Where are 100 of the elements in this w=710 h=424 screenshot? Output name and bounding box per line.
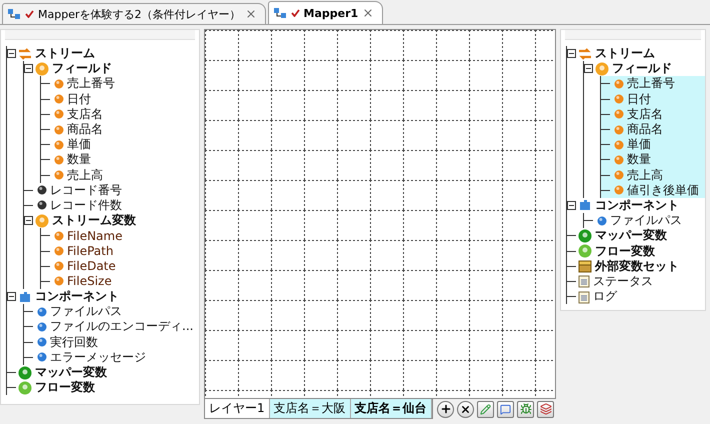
- ball-icon: [614, 94, 624, 104]
- ball-icon: [54, 170, 64, 180]
- ball-icon: [54, 140, 64, 150]
- collapse-toggle[interactable]: [24, 216, 33, 226]
- tree-label: ファイルのエンコーディ...: [50, 318, 194, 336]
- badge-icon: [18, 380, 32, 395]
- tree-row[interactable]: 売上高: [41, 168, 199, 183]
- tree-row[interactable]: FileName: [41, 228, 199, 244]
- ball-icon: [54, 78, 64, 89]
- close-icon[interactable]: [244, 8, 256, 20]
- edit-button[interactable]: [477, 400, 494, 418]
- ball-icon: [54, 154, 64, 165]
- tree-row[interactable]: 外部変数セット: [567, 258, 705, 274]
- tree-row[interactable]: ファイルのエンコーディ...: [24, 319, 199, 335]
- tree-row[interactable]: 日付: [601, 92, 705, 107]
- ball-icon: [37, 306, 47, 317]
- puzzle-icon: [578, 198, 592, 212]
- tree-row[interactable]: 値引き後単価: [601, 182, 705, 198]
- ball-icon: [54, 261, 64, 272]
- layers-button[interactable]: [537, 400, 554, 418]
- tree-row[interactable]: ストリーム変数: [24, 213, 199, 228]
- tree-row[interactable]: 単価: [41, 137, 199, 152]
- bug-button[interactable]: [517, 400, 534, 418]
- tree-label: マッパー変数: [35, 364, 107, 380]
- layers-icon: [540, 403, 552, 415]
- tree-row[interactable]: フィールド: [584, 61, 705, 76]
- tree-row[interactable]: 数量: [601, 152, 705, 168]
- ball-icon: [54, 230, 64, 241]
- tree-row[interactable]: 支店名: [601, 106, 705, 122]
- tree-row[interactable]: 売上番号: [41, 76, 199, 92]
- tree-row[interactable]: FileDate: [41, 258, 199, 274]
- ball-icon: [54, 124, 64, 135]
- tree-label: 日付: [627, 90, 651, 108]
- stream-icon: [578, 48, 592, 60]
- tree-row[interactable]: コンポーネント: [7, 289, 199, 304]
- tree-row[interactable]: 商品名: [41, 122, 199, 138]
- collapse-toggle[interactable]: [567, 49, 576, 58]
- tree-label: コンポーネント: [595, 196, 679, 214]
- tree-row[interactable]: ストリーム: [7, 46, 199, 62]
- tree-row[interactable]: FileSize: [41, 274, 199, 289]
- layer-tab[interactable]: レイヤー1: [205, 399, 270, 418]
- tree-row[interactable]: ファイルパス: [584, 213, 705, 228]
- ball-icon: [54, 276, 64, 286]
- collapse-toggle[interactable]: [7, 49, 16, 58]
- collapse-toggle[interactable]: [567, 200, 576, 210]
- ball-icon: [614, 78, 624, 89]
- tree-label: 数量: [627, 151, 651, 168]
- tree-row[interactable]: 支店名: [41, 106, 199, 122]
- tree-label: 外部変数セット: [595, 258, 679, 275]
- tree-row[interactable]: コンポーネント: [567, 198, 705, 214]
- tree-label: FilePath: [67, 244, 114, 258]
- delete-button[interactable]: [457, 400, 474, 418]
- badge-icon: [578, 228, 592, 243]
- tree-row[interactable]: フロー変数: [7, 380, 199, 396]
- document-tab[interactable]: Mapper1: [268, 1, 384, 24]
- minus-icon: [586, 68, 591, 70]
- tree-label: ストリーム: [595, 45, 655, 62]
- tree-label: ストリーム変数: [52, 212, 136, 230]
- ball-icon: [614, 109, 624, 120]
- tree-row[interactable]: 実行回数: [24, 334, 199, 350]
- tree-row[interactable]: フロー変数: [567, 243, 705, 259]
- tree-label: 売上高: [627, 166, 663, 184]
- tree-row[interactable]: FilePath: [41, 243, 199, 259]
- collapse-toggle[interactable]: [24, 64, 33, 74]
- tree-label: 支店名: [67, 106, 103, 123]
- tree-label: フィールド: [52, 60, 112, 77]
- tree-row[interactable]: マッパー変数: [7, 364, 199, 380]
- tree-label: FileSize: [67, 274, 112, 288]
- bug-icon: [520, 403, 532, 415]
- tree-label: フロー変数: [595, 242, 655, 260]
- tree-row[interactable]: 売上高: [601, 168, 705, 183]
- comment-button[interactable]: [497, 400, 514, 418]
- chest-icon: [578, 260, 592, 273]
- tree-row[interactable]: ストリーム: [567, 46, 705, 62]
- tree-row[interactable]: レコード件数: [24, 198, 199, 214]
- tree-row[interactable]: 売上番号: [601, 76, 705, 92]
- tree-row[interactable]: フィールド: [24, 61, 199, 76]
- collapse-toggle[interactable]: [7, 292, 16, 302]
- tree-row[interactable]: レコード番号: [24, 182, 199, 198]
- tree-row[interactable]: 数量: [41, 152, 199, 168]
- layer-tab[interactable]: 支店名＝大阪: [270, 399, 351, 418]
- layer-tab[interactable]: 支店名＝仙台: [350, 399, 432, 418]
- tree-label: 売上高: [67, 166, 103, 184]
- tree-label: 商品名: [67, 121, 103, 138]
- badge-icon: [35, 62, 49, 76]
- tree-row[interactable]: ファイルパス: [24, 304, 199, 320]
- tree-row[interactable]: ログ: [567, 289, 705, 304]
- minus-icon: [26, 68, 31, 70]
- tree-row[interactable]: 日付: [41, 92, 199, 107]
- tree-row[interactable]: 単価: [601, 137, 705, 152]
- tree-label: ファイルパス: [50, 303, 122, 320]
- tree-row[interactable]: マッパー変数: [567, 228, 705, 244]
- tree-row[interactable]: エラーメッセージ: [24, 350, 199, 365]
- close-icon[interactable]: [362, 7, 374, 19]
- collapse-toggle[interactable]: [584, 64, 593, 74]
- document-tab[interactable]: Mapperを体験する2（条件付レイヤー）: [2, 3, 266, 24]
- tree-row[interactable]: 商品名: [601, 122, 705, 138]
- tree-label: ステータス: [593, 272, 653, 290]
- add-button[interactable]: [437, 400, 454, 418]
- tree-row[interactable]: ステータス: [567, 274, 705, 289]
